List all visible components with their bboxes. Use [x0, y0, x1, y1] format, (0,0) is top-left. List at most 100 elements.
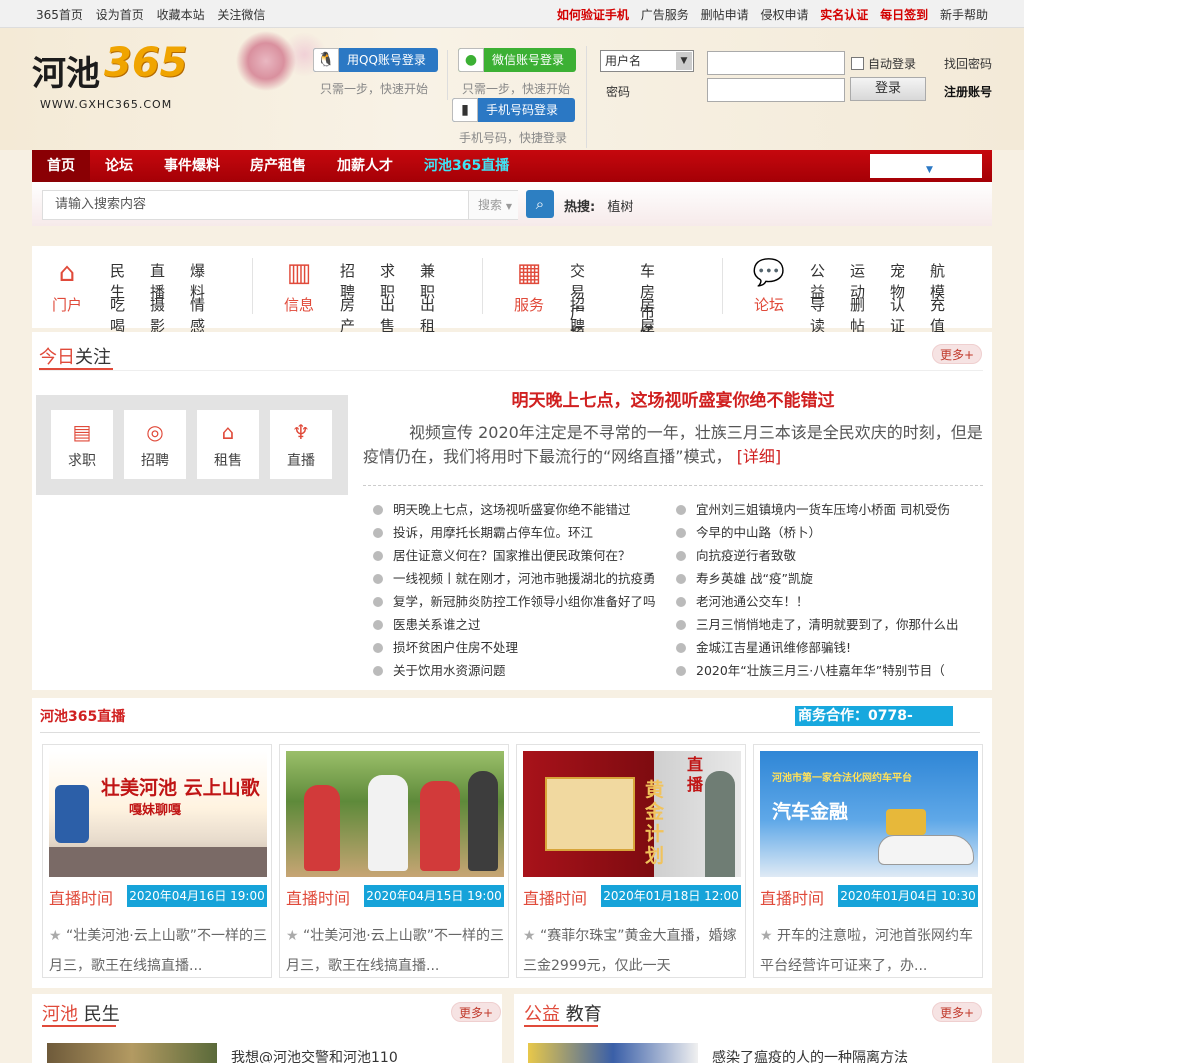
top-link-help[interactable]: 新手帮助	[940, 8, 988, 22]
news-list-item[interactable]: 居住证意义何在？国家推出便民政策何在？	[373, 545, 673, 564]
quick-link-label: 求职	[68, 453, 96, 469]
password-input[interactable]	[707, 78, 845, 102]
grid-icon[interactable]: ▦	[504, 258, 554, 288]
car-decoration	[878, 835, 974, 865]
nav-forum[interactable]: 论坛	[105, 150, 133, 182]
live-title[interactable]: 河池365直播	[40, 706, 125, 726]
title-underline	[42, 1025, 116, 1027]
news-list-item[interactable]: 宜州刘三姐镇境内一货车压垮小桥面 司机受伤	[676, 499, 976, 518]
hot-search-term[interactable]: 植树	[607, 200, 633, 215]
site-logo[interactable]: 河池 365 WWW.GXHC365.COM	[32, 40, 202, 111]
poster-subtitle: 河池市第一家合法化网约车平台	[772, 773, 912, 784]
news-thumbnail[interactable]	[528, 1043, 698, 1063]
gongyi-more-button[interactable]: 更多+	[932, 1002, 982, 1022]
category-link[interactable]: 吃喝	[110, 294, 125, 336]
top-link-checkin[interactable]: 每日签到	[880, 8, 928, 22]
top-link-infringement[interactable]: 侵权申请	[760, 8, 808, 22]
home-icon[interactable]: ⌂	[42, 258, 92, 288]
quick-link-job-seek[interactable]: ▤ 求职	[51, 410, 113, 479]
quick-link-rent[interactable]: ⌂ 租售	[197, 410, 259, 479]
search-scope-select[interactable]: 搜索 ▼	[468, 191, 518, 219]
news-list-item[interactable]: 医患关系谁之过	[373, 614, 673, 633]
news-list-item[interactable]: 老河池通公交车！！	[676, 591, 976, 610]
detail-link[interactable]: [详细]	[737, 447, 782, 466]
news-list-item[interactable]: 明天晚上七点，这场视听盛宴你绝不能错过	[373, 499, 673, 518]
nav-news[interactable]: 事件爆料	[164, 150, 220, 182]
top-link-ads[interactable]: 广告服务	[641, 8, 689, 22]
category-link[interactable]: 出售	[380, 294, 395, 336]
news-title: 关于饮用水资源问题	[393, 663, 506, 678]
category-link[interactable]: 导读	[810, 294, 825, 336]
top-link-realname[interactable]: 实名认证	[820, 8, 868, 22]
login-submit-button[interactable]: 登录	[850, 77, 926, 101]
news-list-item[interactable]: 关于饮用水资源问题	[373, 660, 673, 679]
news-list-item[interactable]: 复学，新冠肺炎防控工作领导小组你准备好了吗	[373, 591, 673, 610]
category-label[interactable]: 服务	[504, 294, 554, 315]
username-type-select[interactable]: 用户名 ▼	[600, 50, 694, 72]
divider	[40, 732, 980, 733]
live-card[interactable]: 壮美河池 云上山歌 嘎妹聊嘎 直播时间 2020年04月16日 19:00 ★ …	[42, 744, 272, 978]
hot-search: 热搜: 植树	[564, 196, 633, 215]
category-link[interactable]: 充值	[930, 294, 945, 336]
category-label[interactable]: 门户	[42, 294, 92, 315]
nav-housing[interactable]: 房产租售	[250, 150, 306, 182]
minsheng-title-b: 民生	[83, 1004, 120, 1025]
headline-link[interactable]: 明天晚上七点，这场视听盛宴你绝不能错过	[363, 386, 983, 411]
live-card[interactable]: 直播时间 2020年04月15日 19:00 ★ “壮美河池·云上山歌”不一样的…	[279, 744, 509, 978]
chat-bubble-icon[interactable]: 💬	[744, 258, 794, 288]
category-link[interactable]: 摄影	[150, 294, 165, 336]
search-button[interactable]: ⌕	[526, 190, 554, 218]
divider	[586, 46, 587, 148]
gongyi-first-item[interactable]: 感染了瘟疫的人的一种隔离方法	[712, 1047, 908, 1063]
hot-search-label: 热搜:	[564, 200, 596, 215]
coupon-decoration	[545, 777, 635, 851]
news-list-item[interactable]: 寿乡英雄 战“疫”凯旋	[676, 568, 976, 587]
category-label[interactable]: 论坛	[744, 294, 794, 315]
quick-link-live[interactable]: ♆ 直播	[270, 410, 332, 479]
category-link[interactable]: 认证	[890, 294, 905, 336]
minsheng-first-item[interactable]: 我想@河池交警和河池110	[231, 1047, 398, 1063]
news-list-item[interactable]: 一线视频丨就在刚才，河池市驰援湖北的抗疫勇	[373, 568, 673, 587]
category-link[interactable]: 情感	[190, 294, 205, 336]
category-link[interactable]: 出租	[420, 294, 435, 336]
nav-live[interactable]: 河池365直播	[424, 150, 509, 182]
top-link-delete-post[interactable]: 删帖申请	[701, 8, 749, 22]
news-list-item[interactable]: 向抗疫逆行者致敬	[676, 545, 976, 564]
top-link-set-home[interactable]: 设为首页	[96, 8, 144, 22]
phone-login-button[interactable]: ▮ 手机号码登录	[452, 98, 575, 122]
top-link-wechat[interactable]: 关注微信	[217, 8, 265, 22]
live-card[interactable]: 河池市第一家合法化网约车平台 汽车金融 直播时间 2020年01月04日 10:…	[753, 744, 983, 978]
news-list-item[interactable]: 2020年“壮族三月三·八桂嘉年华”特别节目（	[676, 660, 976, 679]
wechat-login-button[interactable]: ● 微信账号登录	[458, 48, 576, 72]
top-link-bookmark[interactable]: 收藏本站	[157, 8, 205, 22]
live-time-value: 2020年01月18日 12:00	[601, 885, 741, 907]
category-label[interactable]: 信息	[274, 294, 324, 315]
nav-jobs[interactable]: 加薪人才	[337, 150, 393, 182]
nav-home[interactable]: 首页	[32, 150, 90, 182]
search-input[interactable]: 请输入搜索内容 搜索 ▼	[42, 190, 518, 220]
news-list-item[interactable]: 投诉，用摩托长期霸占停车位。环江	[373, 522, 673, 541]
book-icon[interactable]: ▥	[274, 258, 324, 288]
find-password-link[interactable]: 找回密码	[944, 55, 992, 72]
qq-login-button[interactable]: 🐧 用QQ账号登录	[313, 48, 438, 72]
news-list-item[interactable]: 今早的中山路（桥卜）	[676, 522, 976, 541]
today-more-button[interactable]: 更多+	[932, 344, 982, 364]
quick-nav-button[interactable]: 快捷导航 ▼	[870, 154, 982, 178]
news-list-item[interactable]: 损坏贫困户住房不处理	[373, 637, 673, 656]
title-underline	[524, 1025, 598, 1027]
news-thumbnail[interactable]	[47, 1043, 217, 1063]
register-link[interactable]: 注册账号	[944, 83, 992, 100]
quick-link-hiring[interactable]: ◎ 招聘	[124, 410, 186, 479]
news-list-item[interactable]: 金城江吉星通讯维修部骗钱!	[676, 637, 976, 656]
top-link-home[interactable]: 365首页	[36, 8, 83, 22]
username-input[interactable]	[707, 51, 845, 75]
top-link-verify-phone[interactable]: 如何验证手机	[557, 8, 629, 22]
category-link[interactable]: 房产	[340, 294, 355, 336]
minsheng-more-button[interactable]: 更多+	[451, 1002, 501, 1022]
auto-login-checkbox[interactable]	[851, 57, 864, 70]
live-poster-image: 黄金计划 直播	[523, 751, 741, 877]
category-link[interactable]: 删帖	[850, 294, 865, 336]
live-card[interactable]: 黄金计划 直播 直播时间 2020年01月18日 12:00 ★ “赛菲尔珠宝”…	[516, 744, 746, 978]
news-list-item[interactable]: 三月三悄悄地走了，清明就要到了，你那什么出	[676, 614, 976, 633]
live-poster-image	[286, 751, 504, 877]
